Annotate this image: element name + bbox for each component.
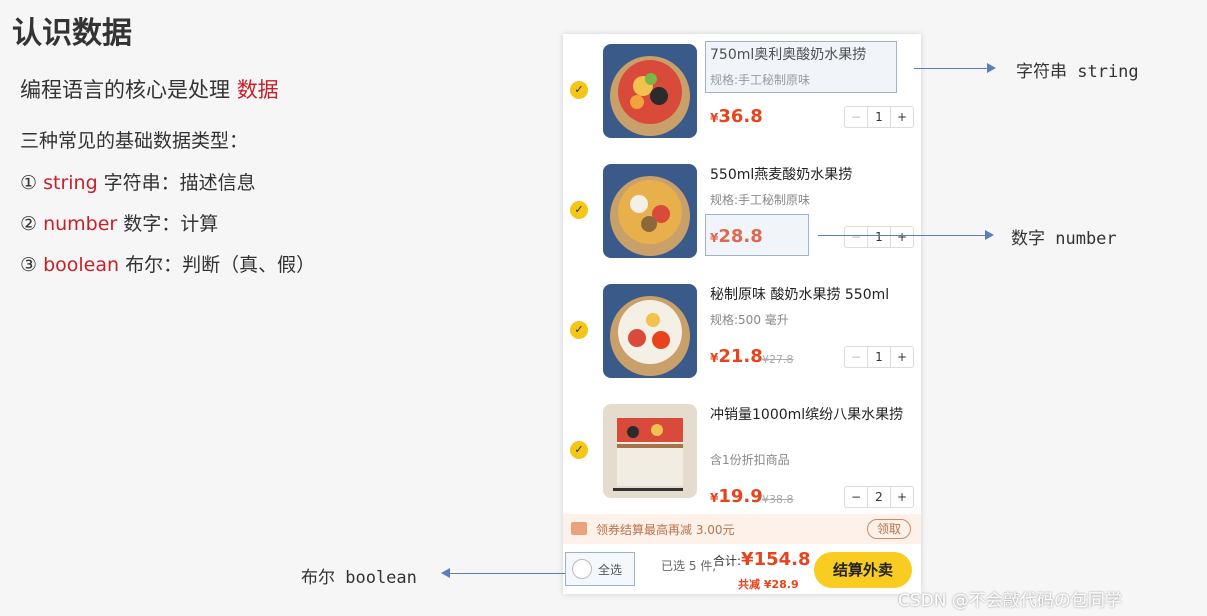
item-spec: 含1份折扣商品 — [710, 453, 790, 467]
item-name: 秘制原味 酸奶水果捞 550ml — [710, 287, 890, 303]
types-heading: 三种常见的基础数据类型： — [20, 130, 249, 152]
item-name: 550ml燕麦酸奶水果捞 — [710, 167, 853, 183]
quantity-stepper[interactable]: −1 + — [844, 226, 914, 248]
quantity-value: 1 — [875, 230, 883, 244]
select-all-toggle[interactable]: 全选 — [565, 552, 635, 586]
product-image[interactable] — [603, 404, 697, 498]
plus-button[interactable]: + — [890, 347, 913, 367]
core-statement: 编程语言的核心是处理 数据 — [20, 74, 279, 104]
checkout-button[interactable]: 结算外卖 — [814, 552, 912, 588]
checkout-footer: 全选 已选 5 件, 合计:¥154.8 共减 ¥28.9 结算外卖 — [563, 544, 921, 594]
discount-amount: 共减 ¥28.9 — [738, 578, 799, 591]
type-number: ② number 数字：计算 — [20, 209, 218, 236]
price-value: 36.8 — [718, 106, 763, 127]
boolean-arrow-line — [449, 573, 565, 574]
minus-button[interactable]: − — [845, 347, 868, 367]
product-image[interactable] — [603, 44, 697, 138]
type-keyword: boolean — [43, 254, 120, 276]
core-prefix: 编程语言的核心是处理 — [20, 78, 237, 102]
claim-coupon-button[interactable]: 领取 — [867, 519, 911, 539]
item-spec: 规格:500 毫升 — [710, 313, 789, 327]
quantity-stepper[interactable]: −2 + — [844, 486, 914, 508]
core-highlight: 数据 — [236, 78, 279, 102]
quantity-value: 1 — [875, 110, 883, 124]
type-boolean: ③ boolean 布尔：判断（真、假） — [20, 250, 315, 277]
check-icon[interactable]: ✓ — [570, 201, 588, 219]
product-image[interactable] — [603, 164, 697, 258]
quantity-stepper[interactable]: −1 + — [844, 106, 914, 128]
total-label: 合计: — [713, 554, 742, 568]
number-highlight-box — [705, 214, 809, 256]
quantity-value: 1 — [875, 350, 883, 364]
check-icon[interactable]: ✓ — [570, 321, 588, 339]
quantity-value: 2 — [875, 490, 883, 504]
radio-circle-icon[interactable] — [572, 559, 592, 579]
item-spec: 规格:手工秘制原味 — [710, 193, 811, 207]
original-price: ¥38.8 — [762, 493, 794, 506]
cart-item: ✓ 秘制原味 酸奶水果捞 550ml 规格:500 毫升 ¥21.8 ¥27.8… — [563, 274, 921, 392]
total-value: ¥154.8 — [741, 549, 811, 570]
boolean-annotation: 布尔 boolean — [301, 568, 417, 588]
total-amount: 合计:¥154.8 — [713, 549, 811, 570]
coupon-bar: 领券结算最高再减 3.00元 领取 — [563, 514, 921, 544]
cart-item: ✓ 冲销量1000ml缤纷八果水果捞 含1份折扣商品 ¥19.9 ¥38.8 −… — [563, 394, 921, 512]
type-number-marker: ① — [20, 172, 38, 194]
string-arrow-line — [914, 68, 988, 69]
coupon-icon — [571, 522, 587, 535]
price-value: 21.8 — [718, 346, 763, 367]
type-desc: 字符串：描述信息 — [97, 172, 256, 194]
minus-button[interactable]: − — [845, 107, 868, 127]
plus-button[interactable]: + — [890, 107, 913, 127]
type-keyword: string — [43, 172, 98, 194]
string-annotation: 字符串 string — [1016, 62, 1139, 82]
minus-button[interactable]: − — [845, 487, 868, 507]
type-keyword: number — [43, 213, 118, 235]
string-arrow-head-icon — [987, 63, 996, 73]
watermark: CSDN @不会敲代码の包同学 — [898, 591, 1122, 611]
product-image[interactable] — [603, 284, 697, 378]
string-highlight-box — [705, 41, 897, 93]
original-price: ¥27.8 — [762, 353, 794, 366]
type-desc: 布尔：判断（真、假） — [119, 254, 316, 276]
type-number-marker: ② — [20, 213, 38, 235]
item-name: 冲销量1000ml缤纷八果水果捞 — [710, 407, 904, 423]
minus-button[interactable]: − — [845, 227, 868, 247]
check-icon[interactable]: ✓ — [570, 81, 588, 99]
select-all-label: 全选 — [598, 563, 623, 577]
type-number-marker: ③ — [20, 254, 38, 276]
slide-title: 认识数据 — [12, 16, 132, 51]
coupon-text: 领券结算最高再减 3.00元 — [596, 523, 735, 537]
selected-count: 已选 5 件, — [661, 559, 717, 573]
quantity-stepper[interactable]: −1 + — [844, 346, 914, 368]
plus-button[interactable]: + — [890, 227, 913, 247]
number-annotation: 数字 number — [1011, 229, 1117, 249]
cart-panel: ✓ 750ml奥利奥酸奶水果捞 规格:手工秘制原味 ¥36.8 −1 + ✓ 55… — [563, 34, 921, 594]
item-price: ¥36.8 — [710, 106, 763, 127]
price-value: 19.9 — [718, 486, 763, 507]
type-desc: 数字：计算 — [117, 213, 219, 235]
number-arrow-head-icon — [985, 230, 994, 240]
item-price: ¥21.8 — [710, 346, 763, 367]
number-arrow-line — [818, 235, 986, 236]
item-price: ¥19.9 — [710, 486, 763, 507]
check-icon[interactable]: ✓ — [570, 441, 588, 459]
type-string: ① string 字符串：描述信息 — [20, 168, 256, 195]
plus-button[interactable]: + — [890, 487, 913, 507]
